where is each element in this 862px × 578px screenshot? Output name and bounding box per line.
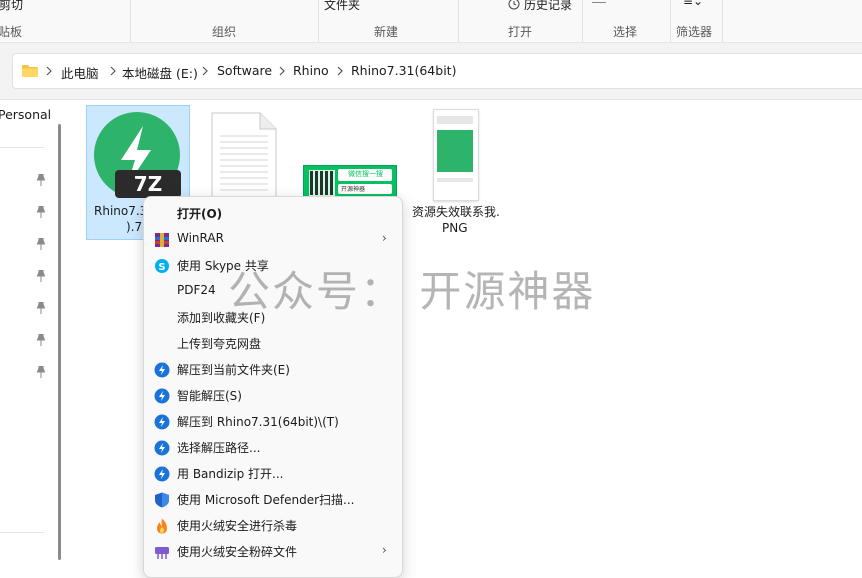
menu-item-huorong-scan[interactable]: 使用火绒安全进行杀毒 — [144, 513, 402, 539]
address-bar-area: 此电脑 本地磁盘 (E:) Software Rhino Rhino7.31(6… — [0, 43, 862, 100]
menu-item-extract-here[interactable]: 解压到当前文件夹(E) — [144, 357, 402, 383]
menu-item-choose-extract-path[interactable]: 选择解压路径... — [144, 435, 402, 461]
filter-group-label: 筛选器 — [676, 25, 713, 39]
menu-item-defender-scan[interactable]: 使用 Microsoft Defender扫描... — [144, 487, 402, 513]
filter-dropdown-icon[interactable]: ≡⌄ — [683, 0, 703, 8]
pin-icon — [36, 238, 46, 250]
bandizip-icon — [154, 440, 170, 456]
ribbon-group-new: 文件夹 新建 — [318, 0, 459, 42]
select-all-icon[interactable] — [592, 0, 606, 3]
clipboard-group-label: 贴板 — [0, 25, 23, 39]
menu-item-extract-to-folder[interactable]: 解压到 Rhino7.31(64bit)\(T) — [144, 409, 402, 435]
menu-item-smart-extract[interactable]: 智能解压(S) — [144, 383, 402, 409]
cut-button[interactable]: 剪切 — [0, 0, 23, 13]
new-folder-button[interactable]: 文件夹 — [324, 0, 360, 13]
ribbon-group-organize: 组织 — [130, 0, 319, 42]
ribbon-group-clipboard: 剪切 贴板 — [0, 0, 131, 42]
submenu-arrow-icon: › — [382, 543, 387, 557]
navigation-pane: Personal — [0, 100, 62, 560]
history-button[interactable]: 历史记录 — [524, 0, 572, 13]
bandizip-icon — [154, 466, 170, 482]
png-thumbnail-footer — [437, 178, 473, 182]
ribbon-group-filter: ≡⌄ 筛选器 — [670, 0, 723, 42]
menu-item-label: WinRAR — [177, 231, 224, 245]
pin-icon — [36, 174, 46, 186]
menu-item-label: 打开(O) — [177, 207, 223, 221]
select-group-label: 选择 — [613, 25, 638, 39]
open-group-label: 打开 — [508, 25, 533, 39]
breadcrumb-this-pc[interactable]: 此电脑 — [61, 63, 99, 82]
menu-item-open[interactable]: 打开(O) — [144, 201, 402, 227]
ribbon: 剪切 贴板 组织 文件夹 新建 历史记录 打开 选择 ≡⌄ 筛选器 — [0, 0, 862, 43]
menu-item-label: 上传到夸克网盘 — [177, 337, 262, 351]
bandizip-icon — [154, 362, 170, 378]
new-group-label: 新建 — [374, 25, 399, 39]
organize-group-label: 组织 — [212, 25, 237, 39]
banner-sub-box: 开源神器 — [338, 184, 392, 194]
breadcrumb-chevron-icon — [279, 66, 285, 76]
menu-item-label: 解压到 Rhino7.31(64bit)\(T) — [177, 415, 339, 429]
bandizip-archive-icon: 7Z — [94, 112, 181, 198]
nav-divider — [0, 147, 44, 148]
menu-item-label: 用 Bandizip 打开... — [177, 467, 284, 481]
ribbon-group-open: 历史记录 打开 — [458, 0, 583, 42]
menu-item-winrar[interactable]: WinRAR › — [144, 227, 402, 253]
history-icon — [508, 0, 520, 10]
menu-item-label: 使用 Microsoft Defender扫描... — [177, 493, 355, 507]
address-bar[interactable]: 此电脑 本地磁盘 (E:) Software Rhino Rhino7.31(6… — [12, 53, 862, 89]
shredder-icon — [155, 547, 169, 559]
breadcrumb-rhino[interactable]: Rhino — [293, 63, 329, 78]
winrar-icon — [155, 233, 169, 247]
wechat-search-box: 微信搜一搜 — [338, 169, 392, 181]
nav-item-personal[interactable]: Personal — [0, 107, 51, 122]
menu-item-open-with-bandizip[interactable]: 用 Bandizip 打开... — [144, 461, 402, 487]
flame-icon — [157, 518, 167, 534]
menu-item-huorong-shred[interactable]: 使用火绒安全粉碎文件 › — [144, 539, 402, 565]
skype-icon: S — [155, 259, 169, 273]
context-menu: 打开(O) WinRAR › S 使用 Skype 共享 PDF24 添加到收藏… — [143, 196, 403, 578]
png-thumbnail-qr — [437, 130, 473, 172]
archive-badge-text: 7Z — [134, 172, 162, 196]
qr-code-thumbnail — [309, 170, 335, 196]
pin-icon — [36, 270, 46, 282]
folder-icon — [22, 65, 38, 77]
bandizip-icon — [154, 414, 170, 430]
banner-sub-text: 开源神器 — [341, 186, 366, 193]
menu-item-label: 智能解压(S) — [177, 389, 242, 403]
breadcrumb-drive-e[interactable]: 本地磁盘 (E:) — [122, 63, 198, 82]
breadcrumb-rhino731[interactable]: Rhino7.31(64bit) — [351, 63, 456, 78]
breadcrumb-chevron-icon — [46, 66, 52, 76]
svg-text:S: S — [158, 262, 165, 273]
menu-item-label: PDF24 — [177, 283, 216, 297]
pin-icon — [36, 302, 46, 314]
file-item-png-image[interactable] — [433, 109, 479, 201]
document-icon — [211, 112, 277, 198]
nav-scrollbar[interactable] — [58, 124, 61, 560]
watermark-text: 公众号： 开源神器 — [228, 267, 596, 316]
file-name-rhino-archive-line2: ).7 — [126, 220, 143, 234]
menu-item-label: 使用火绒安全粉碎文件 — [177, 545, 298, 559]
file-item-text-document[interactable] — [210, 112, 280, 198]
file-name-png-line2: PNG — [442, 221, 468, 235]
png-thumbnail-header — [437, 116, 473, 124]
bandizip-icon — [154, 388, 170, 404]
submenu-arrow-icon: › — [382, 231, 387, 245]
file-name-rhino-archive-line1: Rhino7.3 — [94, 204, 148, 218]
shield-icon — [155, 492, 169, 508]
banner-search-text: 微信搜一搜 — [348, 170, 383, 178]
menu-item-label: 选择解压路径... — [177, 441, 261, 455]
pin-icon — [36, 206, 46, 218]
file-name-png-line1: 资源失效联系我. — [412, 205, 500, 219]
ribbon-group-select: 选择 — [582, 0, 671, 42]
breadcrumb-chevron-icon — [202, 66, 208, 76]
pin-icon — [36, 366, 46, 378]
breadcrumb-software[interactable]: Software — [217, 63, 272, 78]
nav-divider — [0, 532, 44, 533]
menu-item-label: 使用火绒安全进行杀毒 — [177, 519, 298, 533]
breadcrumb-chevron-icon — [337, 66, 343, 76]
menu-item-label: 解压到当前文件夹(E) — [177, 363, 290, 377]
menu-item-upload-quark[interactable]: 上传到夸克网盘 — [144, 331, 402, 357]
pin-icon — [36, 334, 46, 346]
breadcrumb-chevron-icon — [110, 66, 116, 76]
